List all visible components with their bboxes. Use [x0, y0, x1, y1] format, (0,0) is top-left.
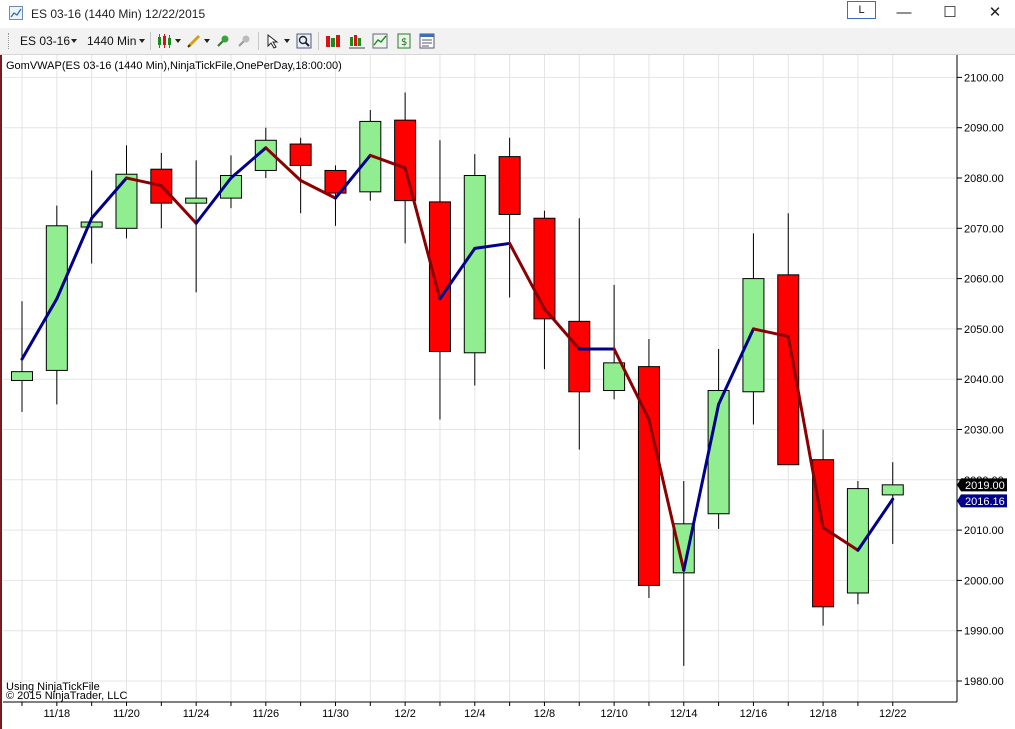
chart-style-icon[interactable] [349, 33, 365, 49]
candle-down[interactable] [394, 119, 417, 202]
chart-toolbar: ES 03-16 1440 Min $ [0, 28, 1015, 55]
candle-up[interactable] [881, 484, 904, 496]
x-tick-label: 12/10 [600, 708, 628, 720]
y-tick-label: 2060.00 [964, 274, 1004, 286]
x-tick-label: 11/26 [252, 708, 279, 720]
candle-up[interactable] [11, 371, 33, 381]
price-chart[interactable]: 1980.001990.002000.002010.002020.002030.… [0, 55, 1015, 729]
x-tick-label: 11/30 [322, 708, 349, 720]
properties-icon[interactable] [419, 33, 435, 49]
candle-down[interactable] [289, 143, 312, 166]
data-box-icon[interactable] [372, 33, 388, 49]
y-tick-label: 2070.00 [964, 223, 1004, 235]
indicator-label: GomVWAP(ES 03-16 (1440 Min),NinjaTickFil… [6, 60, 342, 72]
y-tick-label: 2010.00 [964, 525, 1004, 537]
minimize-button[interactable]: — [884, 3, 924, 25]
cursor-dropdown-icon[interactable] [284, 39, 290, 43]
strategy-icon[interactable]: $ [396, 33, 412, 49]
candle-down[interactable] [637, 366, 660, 586]
candle-down[interactable] [568, 320, 591, 393]
window-title: ES 03-16 (1440 Min) 12/22/2015 [31, 7, 206, 21]
svg-text:$: $ [401, 37, 407, 48]
y-tick-label: 2000.00 [964, 575, 1004, 587]
x-tick-label: 11/18 [43, 708, 70, 720]
last-price-label: 2019.00 [965, 480, 1005, 492]
x-tick-label: 12/4 [464, 708, 485, 720]
y-tick-label: 2030.00 [964, 425, 1004, 437]
bar-type-dropdown-icon[interactable] [175, 39, 181, 43]
vwap-value-label: 2016.16 [965, 496, 1005, 508]
x-tick-label: 12/22 [879, 708, 907, 720]
drawing-dropdown-icon[interactable] [204, 39, 210, 43]
zoom-icon[interactable] [296, 33, 312, 49]
x-tick-label: 12/16 [740, 708, 768, 720]
y-tick-label: 1980.00 [964, 676, 1004, 688]
chart-app-icon [9, 6, 23, 20]
y-tick-label: 2090.00 [964, 123, 1004, 135]
interval-selector[interactable]: 1440 Min [87, 34, 136, 48]
candle-up[interactable] [463, 174, 486, 354]
vwap-segment [159, 184, 198, 225]
title-bar: ES 03-16 (1440 Min) 12/22/2015 L — ☐ ✕ [0, 0, 1015, 28]
left-border [0, 55, 2, 729]
cursor-icon[interactable] [265, 33, 281, 49]
candle-down[interactable] [498, 156, 521, 215]
y-tick-label: 2080.00 [964, 173, 1004, 185]
pin-icon[interactable] [215, 33, 231, 49]
layout-button[interactable]: L [847, 1, 876, 19]
y-tick-label: 2040.00 [964, 374, 1004, 386]
interval-dropdown-icon[interactable] [139, 39, 145, 43]
x-tick-label: 12/8 [534, 708, 555, 720]
x-tick-label: 12/2 [394, 708, 415, 720]
toolbar-separator [258, 32, 259, 50]
x-tick-label: 11/24 [183, 708, 210, 720]
eraser-icon[interactable] [236, 33, 252, 49]
instrument-selector[interactable]: ES 03-16 [20, 34, 70, 48]
copyright-label: © 2015 NinjaTrader, LLC [6, 690, 128, 702]
toolbar-separator [318, 32, 319, 50]
candle-up[interactable] [115, 173, 138, 229]
y-tick-label: 1990.00 [964, 626, 1004, 638]
candlestick-icon[interactable] [157, 33, 173, 49]
candle-up[interactable] [742, 278, 765, 393]
maximize-button[interactable]: ☐ [930, 3, 970, 25]
x-tick-label: 12/18 [809, 708, 837, 720]
y-tick-label: 2050.00 [964, 324, 1004, 336]
pencil-icon[interactable] [186, 33, 202, 49]
toolbar-separator [150, 32, 151, 50]
instrument-dropdown-icon[interactable] [71, 39, 77, 43]
y-tick-label: 2100.00 [964, 72, 1004, 84]
toolbar-grip [8, 33, 12, 49]
close-button[interactable]: ✕ [975, 3, 1015, 25]
candle-up[interactable] [80, 221, 103, 228]
bar-style-icon[interactable] [325, 33, 341, 49]
candle-up[interactable] [185, 197, 208, 204]
x-tick-label: 12/14 [670, 708, 698, 720]
candle-down[interactable] [533, 217, 556, 320]
x-tick-label: 11/20 [113, 708, 140, 720]
